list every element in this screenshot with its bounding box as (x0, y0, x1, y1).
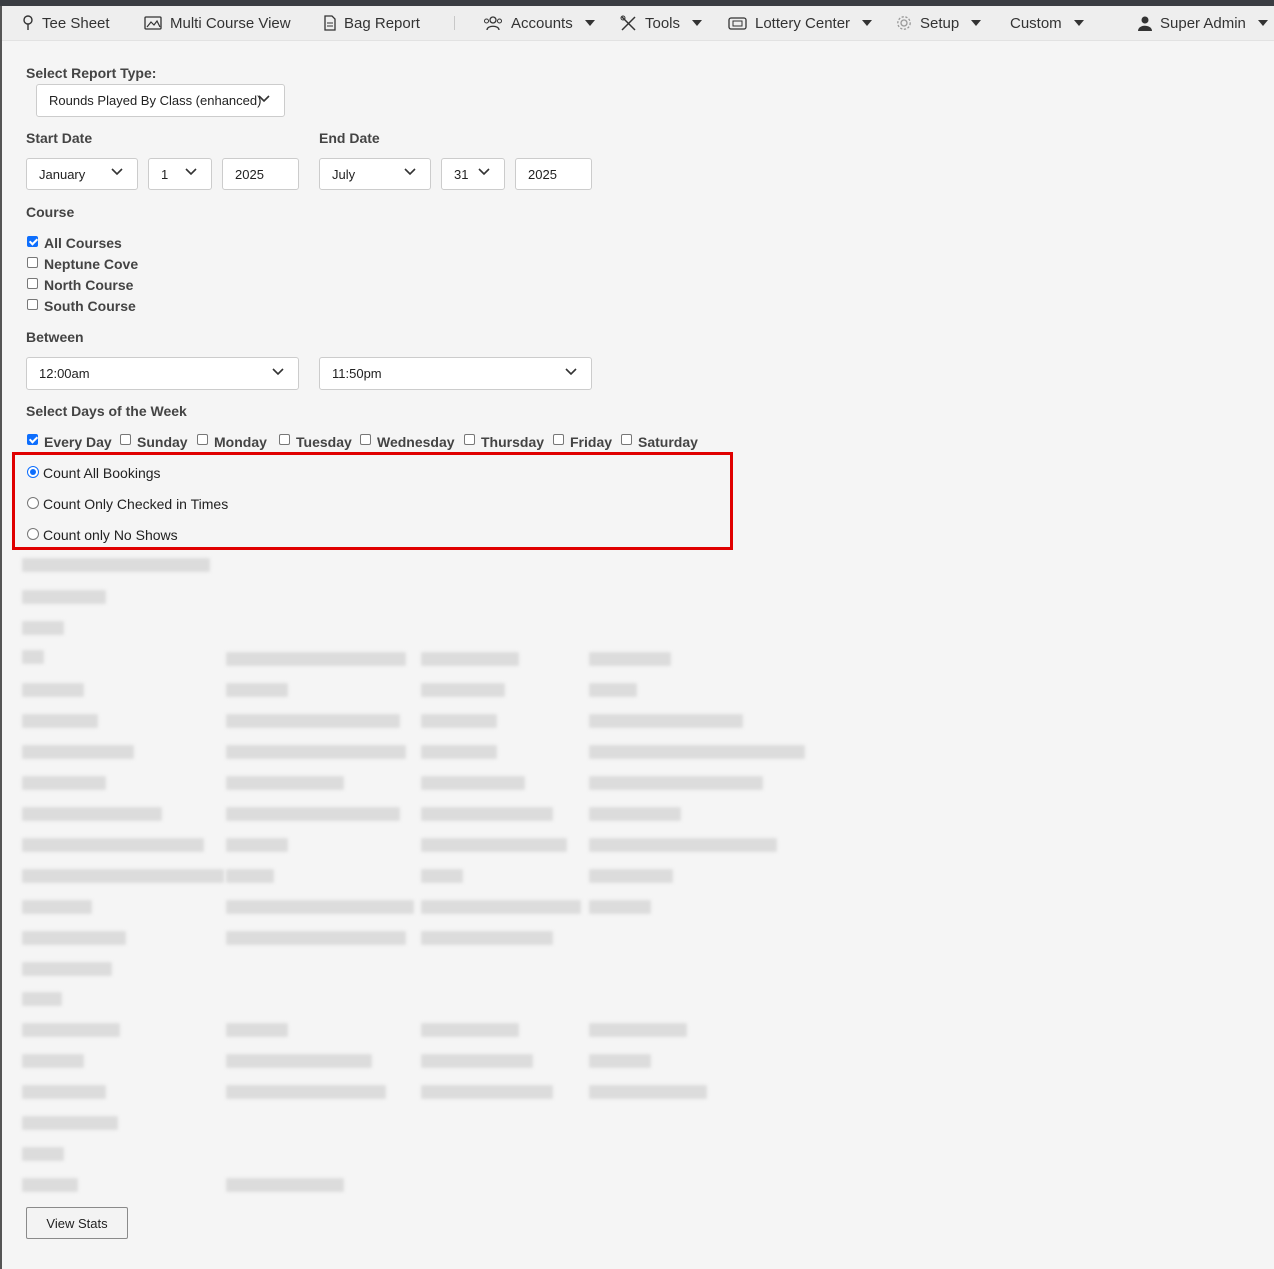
day-option-label: Friday (570, 434, 613, 450)
end-month-value: July (332, 166, 356, 182)
nav-label: Tools (645, 14, 681, 32)
nav-label: Setup (920, 14, 960, 32)
nav-label: Accounts (511, 14, 573, 32)
nav-multi-course-view[interactable]: Multi Course View (144, 6, 291, 40)
day-checkbox-saturday[interactable] (621, 434, 632, 445)
day-checkbox-sunday[interactable] (120, 434, 131, 445)
course-checkbox-all[interactable] (27, 236, 38, 247)
course-checkbox-south[interactable] (27, 299, 38, 310)
chevron-down-icon (404, 168, 416, 176)
report-type-select[interactable]: Rounds Played By Class (enhanced) (36, 84, 285, 117)
chevron-down-icon (565, 367, 577, 375)
day-checkbox-thursday[interactable] (464, 434, 475, 445)
day-checkbox-tuesday[interactable] (279, 434, 290, 445)
nav-divider (454, 16, 455, 30)
chevron-down-icon (258, 94, 270, 102)
day-option-label: Every Day (44, 434, 112, 450)
nav-label: Custom (1010, 14, 1062, 32)
chevron-down-icon (185, 168, 197, 176)
day-checkbox-friday[interactable] (553, 434, 564, 445)
course-checkbox-neptune-cove[interactable] (27, 257, 38, 268)
nav-tee-sheet[interactable]: Tee Sheet (22, 6, 110, 40)
top-navbar: Tee Sheet Multi Course View Bag Report A… (2, 6, 1274, 41)
start-day-select[interactable]: 1 (148, 158, 212, 190)
chevron-down-icon (1073, 20, 1084, 26)
between-label: Between (26, 329, 84, 345)
day-checkbox-monday[interactable] (197, 434, 208, 445)
nav-label: Tee Sheet (42, 14, 110, 32)
course-option-label: All Courses (44, 235, 122, 251)
end-day-value: 31 (454, 166, 469, 182)
chevron-down-icon (971, 20, 982, 26)
end-year-input[interactable]: 2025 (515, 158, 592, 190)
chevron-down-icon (584, 20, 595, 26)
start-month-value: January (39, 166, 86, 182)
document-icon (324, 15, 336, 31)
chevron-down-icon (111, 168, 123, 176)
days-label: Select Days of the Week (26, 403, 187, 419)
user-icon (1138, 16, 1152, 31)
chevron-down-icon (862, 20, 873, 26)
course-checkbox-north[interactable] (27, 278, 38, 289)
day-option-label: Monday (214, 434, 267, 450)
nav-super-admin[interactable]: Super Admin (1138, 6, 1268, 40)
time-to-value: 11:50pm (332, 366, 382, 381)
gear-icon (897, 16, 911, 30)
time-to-select[interactable]: 11:50pm (319, 357, 592, 390)
course-option-label: Neptune Cove (44, 256, 139, 272)
course-label: Course (26, 204, 75, 220)
course-option-label: South Course (44, 298, 136, 314)
end-date-label: End Date (319, 130, 380, 146)
nav-label: Super Admin (1160, 14, 1246, 32)
report-type-label: Select Report Type: (26, 65, 157, 81)
chevron-down-icon (478, 168, 490, 176)
day-option-label: Wednesday (377, 434, 455, 450)
nav-lottery-center[interactable]: Lottery Center (728, 6, 873, 40)
annotation-highlight-box (12, 452, 733, 550)
start-month-select[interactable]: January (26, 158, 138, 190)
ticket-icon (728, 16, 747, 30)
day-option-label: Sunday (137, 434, 188, 450)
start-day-value: 1 (161, 166, 169, 182)
day-checkbox-every-day[interactable] (27, 434, 38, 445)
time-from-value: 12:00am (39, 366, 90, 381)
nav-tools[interactable]: Tools (620, 6, 703, 40)
course-option-label: North Course (44, 277, 134, 293)
day-option-label: Thursday (481, 434, 545, 450)
chevron-down-icon (272, 367, 284, 375)
chevron-down-icon (1257, 20, 1268, 26)
nav-accounts[interactable]: Accounts (483, 6, 595, 40)
window-left-border (0, 6, 2, 1269)
nav-custom[interactable]: Custom (1010, 6, 1084, 40)
nav-bag-report[interactable]: Bag Report (324, 6, 420, 40)
pin-icon (23, 15, 33, 30)
day-checkbox-wednesday[interactable] (360, 434, 371, 445)
nav-label: Multi Course View (170, 14, 291, 32)
end-month-select[interactable]: July (319, 158, 431, 190)
nav-setup[interactable]: Setup (896, 6, 982, 40)
tools-icon (620, 15, 636, 31)
day-option-label: Saturday (638, 434, 698, 450)
time-from-select[interactable]: 12:00am (26, 357, 299, 390)
report-type-value: Rounds Played By Class (enhanced) (49, 93, 262, 108)
day-option-label: Tuesday (296, 434, 352, 450)
users-icon (484, 15, 502, 30)
nav-label: Lottery Center (755, 14, 851, 32)
start-year-input[interactable]: 2025 (222, 158, 299, 190)
start-date-label: Start Date (26, 130, 93, 146)
nav-label: Bag Report (344, 14, 420, 32)
chevron-down-icon (692, 20, 703, 26)
end-day-select[interactable]: 31 (441, 158, 505, 190)
image-icon (144, 16, 162, 30)
view-stats-button[interactable]: View Stats (26, 1207, 128, 1239)
